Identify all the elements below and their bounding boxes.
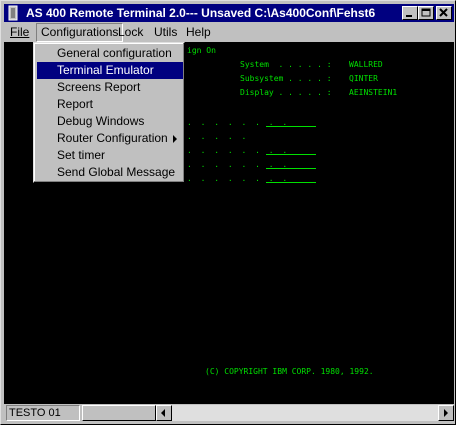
menu-file-label: File bbox=[10, 25, 30, 39]
menu-item-router-configuration[interactable]: Router Configuration bbox=[37, 130, 183, 147]
scroll-right-icon bbox=[444, 409, 448, 417]
close-icon bbox=[439, 8, 448, 17]
menu-lock-label: Lock bbox=[118, 25, 144, 39]
input-field-line[interactable] bbox=[266, 126, 316, 127]
menu-configurations-label: Configurations bbox=[41, 25, 119, 39]
scroll-left-icon bbox=[161, 409, 165, 417]
subsystem-label: Subsystem . . . . : bbox=[240, 74, 332, 83]
menu-item-debug-windows[interactable]: Debug Windows bbox=[37, 113, 183, 130]
maximize-icon bbox=[421, 8, 431, 17]
app-icon bbox=[8, 5, 18, 21]
window-title: AS 400 Remote Terminal 2.0--- Unsaved C:… bbox=[26, 6, 376, 20]
app-window: AS 400 Remote Terminal 2.0--- Unsaved C:… bbox=[0, 0, 456, 425]
menu-item-label: Screens Report bbox=[57, 80, 141, 94]
input-field-line[interactable] bbox=[266, 154, 316, 155]
scroll-left-button[interactable] bbox=[156, 405, 172, 421]
menu-bar: File Configurations Lock Utils Help bbox=[4, 23, 454, 42]
input-field-line[interactable] bbox=[266, 168, 316, 169]
submenu-arrow-icon bbox=[173, 135, 177, 143]
menu-item-send-global-message[interactable]: Send Global Message bbox=[37, 164, 183, 181]
menu-utils-label: Utils bbox=[154, 25, 178, 39]
menu-file[interactable]: File bbox=[6, 23, 33, 42]
menu-help-label: Help bbox=[186, 25, 211, 39]
status-bar: TESTO 01 bbox=[4, 405, 454, 421]
menu-item-label: Router Configuration bbox=[57, 131, 168, 145]
menu-utils[interactable]: Utils bbox=[150, 23, 181, 42]
scroll-right-button[interactable] bbox=[438, 405, 454, 421]
menu-lock[interactable]: Lock bbox=[114, 23, 147, 42]
display-label: Display . . . . . : bbox=[240, 88, 332, 97]
menu-item-general-configuration[interactable]: General configuration bbox=[37, 45, 183, 62]
menu-item-label: Debug Windows bbox=[57, 114, 145, 128]
system-value: WALLRED bbox=[349, 60, 383, 69]
menu-item-label: Send Global Message bbox=[57, 165, 176, 179]
minimize-icon bbox=[406, 15, 412, 17]
minimize-button[interactable] bbox=[402, 6, 418, 20]
subsystem-value: QINTER bbox=[349, 74, 378, 83]
menu-item-terminal-emulator[interactable]: Terminal Emulator bbox=[37, 62, 183, 79]
menu-item-set-timer[interactable]: Set timer bbox=[37, 147, 183, 164]
configurations-dropdown: General configuration Terminal Emulator … bbox=[33, 42, 185, 183]
maximize-button[interactable] bbox=[418, 6, 434, 20]
menu-item-screens-report[interactable]: Screens Report bbox=[37, 79, 183, 96]
field-leader-dots: . . . . . bbox=[187, 132, 249, 141]
menu-configurations[interactable]: Configurations bbox=[36, 23, 124, 42]
menu-item-label: General configuration bbox=[57, 46, 172, 60]
status-field: TESTO 01 bbox=[6, 405, 80, 421]
menu-item-label: Set timer bbox=[57, 148, 106, 162]
input-field-line[interactable] bbox=[266, 182, 316, 183]
system-label: System . . . . . : bbox=[240, 60, 332, 69]
horizontal-scrollbar[interactable] bbox=[82, 405, 454, 421]
copyright-text: (C) COPYRIGHT IBM CORP. 1980, 1992. bbox=[205, 367, 374, 376]
display-value: AEINSTEIN1 bbox=[349, 88, 398, 97]
menu-help[interactable]: Help bbox=[182, 23, 215, 42]
scroll-thumb[interactable] bbox=[82, 405, 156, 421]
menu-item-report[interactable]: Report bbox=[37, 96, 183, 113]
menu-item-label: Report bbox=[57, 97, 94, 111]
close-button[interactable] bbox=[436, 6, 452, 20]
terminal-screen-title: ign On bbox=[187, 46, 216, 55]
title-bar[interactable]: AS 400 Remote Terminal 2.0--- Unsaved C:… bbox=[4, 4, 454, 22]
menu-item-label: Terminal Emulator bbox=[57, 63, 154, 77]
